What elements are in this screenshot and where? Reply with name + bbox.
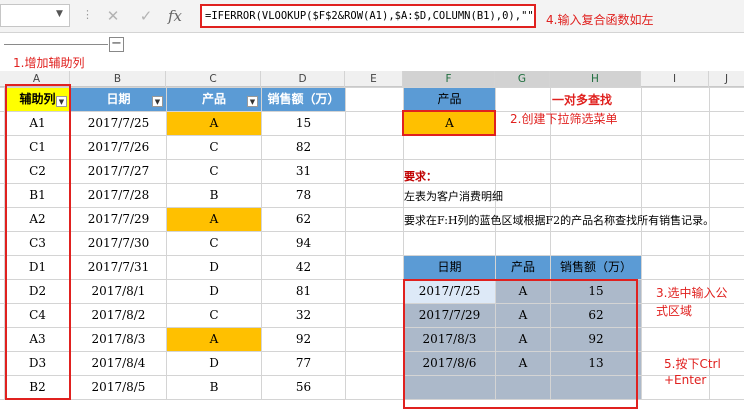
left-table-cell-sales[interactable]: 56 — [262, 376, 345, 399]
filter-dropdown-icon[interactable]: ▼ — [247, 96, 258, 107]
input-range-highlight — [403, 279, 638, 409]
left-table-cell-sales[interactable]: 32 — [262, 304, 345, 327]
left-table-cell-product[interactable]: D — [167, 280, 261, 303]
result-table-header-cell: 产品 — [496, 256, 550, 279]
gridline-vertical — [345, 87, 346, 400]
left-table-cell-date[interactable]: 2017/8/1 — [71, 280, 166, 303]
left-table-cell-sales[interactable]: 15 — [262, 112, 345, 135]
left-table-cell-sales[interactable]: 62 — [262, 208, 345, 231]
lookup-title: 一对多查找 — [552, 93, 613, 107]
left-table-header-cell: 销售额（万） — [262, 88, 345, 111]
result-table-header-cell: 销售额（万） — [551, 256, 641, 279]
gridline-vertical — [641, 87, 642, 400]
left-table-cell-date[interactable]: 2017/8/4 — [71, 352, 166, 375]
left-table-cell-date[interactable]: 2017/7/25 — [71, 112, 166, 135]
left-table-cell-date[interactable]: 2017/7/29 — [71, 208, 166, 231]
left-table-cell-product[interactable]: C — [167, 304, 261, 327]
spreadsheet-grid[interactable]: 辅助列 ▼ 日期 ▼ 产品 ▼ 销售额（万） A1 2017/7/25 A 15 C1 2017/7/2… — [0, 0, 744, 409]
left-table-cell-product[interactable]: D — [167, 256, 261, 279]
left-table-cell-sales[interactable]: 92 — [262, 328, 345, 351]
left-table-cell-product[interactable]: C — [167, 232, 261, 255]
requirements-title: 要求： — [404, 170, 437, 183]
helper-column-highlight — [5, 84, 71, 400]
left-table-cell-date[interactable]: 2017/7/31 — [71, 256, 166, 279]
left-table-cell-product[interactable]: B — [167, 376, 261, 399]
left-table-cell-product[interactable]: C — [167, 160, 261, 183]
left-table-cell-date[interactable]: 2017/7/26 — [71, 136, 166, 159]
selector-header: 产品 — [404, 88, 495, 111]
left-table-cell-product[interactable]: B — [167, 184, 261, 207]
left-table-cell-date[interactable]: 2017/7/28 — [71, 184, 166, 207]
left-table-cell-product[interactable]: A — [167, 208, 261, 231]
left-table-cell-sales[interactable]: 77 — [262, 352, 345, 375]
annotation-step3-line2: 式区域 — [656, 304, 693, 318]
left-table-cell-sales[interactable]: 78 — [262, 184, 345, 207]
left-table-cell-sales[interactable]: 31 — [262, 160, 345, 183]
left-table-cell-date[interactable]: 2017/8/2 — [71, 304, 166, 327]
left-table-cell-sales[interactable]: 81 — [262, 280, 345, 303]
left-table-cell-product[interactable]: C — [167, 136, 261, 159]
gridline-vertical — [709, 87, 710, 400]
result-table-header-cell: 日期 — [404, 256, 495, 279]
annotation-step3-line1: 3.选中输入公 — [656, 286, 728, 300]
annotation-step2: 2.创建下拉筛选菜单 — [510, 112, 618, 126]
left-table-cell-product[interactable]: D — [167, 352, 261, 375]
left-table-cell-date[interactable]: 2017/7/30 — [71, 232, 166, 255]
left-table-cell-date[interactable]: 2017/8/3 — [71, 328, 166, 351]
annotation-step5-line1: 5.按下Ctrl — [664, 357, 721, 371]
left-table-cell-sales[interactable]: 82 — [262, 136, 345, 159]
left-table-cell-date[interactable]: 2017/8/5 — [71, 376, 166, 399]
requirements-line1: 左表为客户消费明细 — [404, 190, 503, 203]
requirements-line2: 要求在F:H列的蓝色区域根据F2的产品名称查找所有销售记录。 — [404, 214, 715, 227]
annotation-step5-line2: +Enter — [664, 373, 707, 387]
left-table-cell-product[interactable]: A — [167, 328, 261, 351]
left-table-cell-sales[interactable]: 42 — [262, 256, 345, 279]
left-table-cell-product[interactable]: A — [167, 112, 261, 135]
dropdown-cell-highlight — [402, 110, 496, 136]
left-table-cell-date[interactable]: 2017/7/27 — [71, 160, 166, 183]
filter-dropdown-icon[interactable]: ▼ — [152, 96, 163, 107]
left-table-cell-sales[interactable]: 94 — [262, 232, 345, 255]
